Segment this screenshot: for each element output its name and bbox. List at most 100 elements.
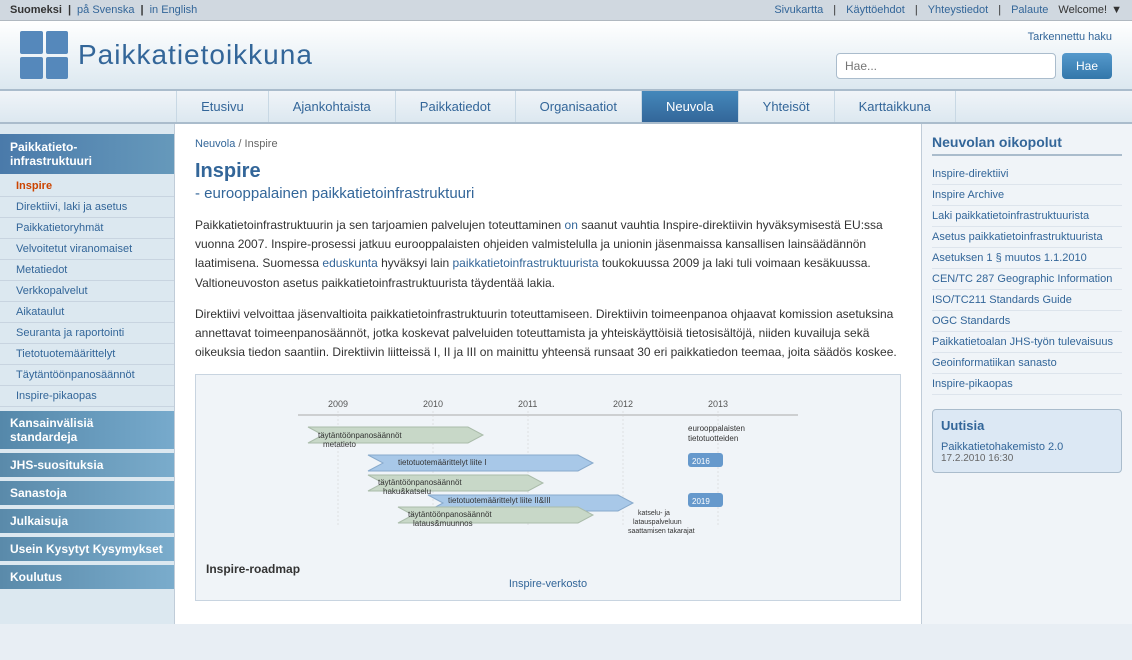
sidebar-section-kansainvalisia[interactable]: Kansainvälisiä standardeja: [0, 411, 174, 449]
right-link-archive[interactable]: Inspire Archive: [932, 185, 1122, 206]
svg-text:lataus&muunnos: lataus&muunnos: [413, 519, 473, 528]
sidebar-section-ukk[interactable]: Usein Kysytyt Kysymykset: [0, 537, 174, 561]
sidebar-item-verkkopalvelut[interactable]: Verkkopalvelut: [0, 281, 174, 302]
sidebar-item-inspire[interactable]: Inspire: [0, 176, 174, 197]
search-input[interactable]: [836, 53, 1056, 79]
breadcrumb-current: Inspire: [245, 138, 278, 150]
roadmap-area: 2009 2010 2011 2012 2013 täytäntöönpanos…: [195, 374, 901, 601]
nav-karttaikkuna[interactable]: Karttaikkuna: [835, 91, 956, 122]
sidebar-item-metatiedot[interactable]: Metatiedot: [0, 260, 174, 281]
logo-icon: [20, 31, 68, 79]
news-item-1-title[interactable]: Paikkatietohakemisto 2.0: [941, 441, 1113, 453]
right-link-direktiivi[interactable]: Inspire-direktiivi: [932, 164, 1122, 185]
para1-link1[interactable]: on: [565, 218, 578, 232]
svg-text:tietotuotemäärittelyt liite I: tietotuotemäärittelyt liite I: [398, 458, 486, 467]
logo-square-4: [46, 57, 69, 80]
sidebar-section-julkaisuja[interactable]: Julkaisuja: [0, 509, 174, 533]
divider2: |: [141, 4, 144, 16]
page-title: Inspire: [195, 160, 901, 183]
breadcrumb: Neuvola / Inspire: [195, 138, 901, 150]
main-content: Neuvola / Inspire Inspire - eurooppalain…: [175, 124, 922, 624]
nav-organisaatiot[interactable]: Organisaatiot: [516, 91, 642, 122]
svg-text:metatieto: metatieto: [323, 440, 356, 449]
contact-link[interactable]: Yhteystiedot: [928, 4, 989, 16]
para1-link3[interactable]: paikkatietoinfrastruktuurista: [453, 256, 599, 270]
svg-text:täytäntöönpanosäännöt: täytäntöönpanosäännöt: [378, 478, 462, 487]
lang-en-link[interactable]: in English: [150, 4, 198, 16]
nav-neuvola[interactable]: Neuvola: [642, 91, 739, 122]
language-switcher: Suomeksi | på Svenska | in English: [10, 4, 197, 16]
breadcrumb-parent[interactable]: Neuvola: [195, 138, 235, 150]
terms-link[interactable]: Käyttöehdot: [846, 4, 905, 16]
svg-text:haku&katselu: haku&katselu: [383, 487, 431, 496]
search-area: Tarkennettu haku Hae: [836, 31, 1112, 79]
search-row: Hae: [836, 53, 1112, 79]
right-link-pikaopas[interactable]: Inspire-pikaopas: [932, 374, 1122, 395]
sidebar-item-pikaopas[interactable]: Inspire-pikaopas: [0, 386, 174, 407]
para1-link2[interactable]: eduskunta: [322, 256, 377, 270]
right-sidebar: Neuvolan oikopolut Inspire-direktiivi In…: [922, 124, 1132, 624]
sidebar-section-jhs[interactable]: JHS-suosituksia: [0, 453, 174, 477]
svg-text:tietotuotemäärittelyt liite II: tietotuotemäärittelyt liite II&III: [448, 496, 551, 505]
sidebar-item-aikataulut[interactable]: Aikataulut: [0, 302, 174, 323]
right-link-asetuksen[interactable]: Asetuksen 1 § muutos 1.1.2010: [932, 248, 1122, 269]
roadmap-title: Inspire-roadmap: [206, 562, 890, 576]
main-navigation: Etusivu Ajankohtaista Paikkatiedot Organ…: [0, 91, 1132, 124]
advanced-search-link[interactable]: Tarkennettu haku: [1028, 31, 1112, 43]
sidebar-item-direktiivi[interactable]: Direktiivi, laki ja asetus: [0, 197, 174, 218]
svg-text:saattamisen takarajat: saattamisen takarajat: [628, 528, 695, 535]
sidebar-item-tietotuote[interactable]: Tietotuotemäärittelyt: [0, 344, 174, 365]
sidebar-section-infrastruktuuri[interactable]: Paikkatieto-infrastruktuuri: [0, 134, 174, 174]
lang-sv-link[interactable]: på Svenska: [77, 4, 134, 16]
roadmap-diagram: 2009 2010 2011 2012 2013 täytäntöönpanos…: [206, 385, 890, 555]
right-link-ogc[interactable]: OGC Standards: [932, 311, 1122, 332]
svg-text:katselu- ja: katselu- ja: [638, 510, 670, 517]
svg-text:2010: 2010: [423, 399, 443, 409]
header: Paikkatietoikkuna Tarkennettu haku Hae: [0, 21, 1132, 91]
welcome-dropdown-icon[interactable]: ▼: [1111, 4, 1122, 16]
page-subheading: - eurooppalainen paikkatietoinfrastruktu…: [195, 185, 901, 202]
sitemap-link[interactable]: Sivukartta: [774, 4, 823, 16]
right-link-asetus[interactable]: Asetus paikkatietoinfrastruktuurista: [932, 227, 1122, 248]
nav-paikkatiedot[interactable]: Paikkatiedot: [396, 91, 516, 122]
logo-square-3: [20, 57, 43, 80]
top-nav: Sivukartta | Käyttöehdot | Yhteystiedot …: [774, 4, 1122, 16]
roadmap-subtitle: Inspire-verkosto: [206, 578, 890, 590]
news-item-1-date: 17.2.2010 16:30: [941, 453, 1113, 464]
sidebar-item-velvoitetut[interactable]: Velvoitetut viranomaiset: [0, 239, 174, 260]
svg-text:eurooppalaisten: eurooppalaisten: [688, 424, 745, 433]
sidebar-section-sanastoja[interactable]: Sanastoja: [0, 481, 174, 505]
sidebar-item-paikkatietoryhmat[interactable]: Paikkatietoryhmät: [0, 218, 174, 239]
lang-fi-label[interactable]: Suomeksi: [10, 4, 62, 16]
news-section-title: Uutisia: [941, 418, 1113, 433]
feedback-link[interactable]: Palaute: [1011, 4, 1048, 16]
logo-area[interactable]: Paikkatietoikkuna: [20, 31, 313, 79]
top-bar: Suomeksi | på Svenska | in English Sivuk…: [0, 0, 1132, 21]
logo-square-1: [20, 31, 43, 54]
nav-yhteisot[interactable]: Yhteisöt: [739, 91, 835, 122]
right-link-laki[interactable]: Laki paikkatietoinfrastruktuurista: [932, 206, 1122, 227]
welcome-text: Welcome!: [1058, 4, 1107, 16]
search-button[interactable]: Hae: [1062, 53, 1112, 79]
right-link-geo[interactable]: Geoinformatiikan sanasto: [932, 353, 1122, 374]
svg-text:2009: 2009: [328, 399, 348, 409]
news-section: Uutisia Paikkatietohakemisto 2.0 17.2.20…: [932, 409, 1122, 473]
logo-title: Paikkatietoikkuna: [78, 39, 313, 71]
content-area: Paikkatieto-infrastruktuuri Inspire Dire…: [0, 124, 1132, 624]
sidebar-item-taytantoon[interactable]: Täytäntöönpanosäännöt: [0, 365, 174, 386]
sidebar: Paikkatieto-infrastruktuuri Inspire Dire…: [0, 124, 175, 624]
nav-etusivu[interactable]: Etusivu: [176, 91, 269, 122]
right-link-jhs[interactable]: Paikkatietoalan JHS-työn tulevaisuus: [932, 332, 1122, 353]
sidebar-item-seuranta[interactable]: Seuranta ja raportointi: [0, 323, 174, 344]
nav-ajankohtaista[interactable]: Ajankohtaista: [269, 91, 396, 122]
sidebar-section-koulutus[interactable]: Koulutus: [0, 565, 174, 589]
svg-text:täytäntöönpanosäännöt: täytäntöönpanosäännöt: [408, 510, 492, 519]
svg-text:täytäntöönpanosäännöt: täytäntöönpanosäännöt: [318, 431, 402, 440]
right-link-cen[interactable]: CEN/TC 287 Geographic Information: [932, 269, 1122, 290]
right-link-iso[interactable]: ISO/TC211 Standards Guide: [932, 290, 1122, 311]
logo-square-2: [46, 31, 69, 54]
svg-text:2016: 2016: [692, 457, 710, 466]
divider: |: [68, 4, 71, 16]
svg-text:latauspalveluun: latauspalveluun: [633, 519, 682, 526]
welcome-area: Welcome! ▼: [1058, 4, 1122, 16]
